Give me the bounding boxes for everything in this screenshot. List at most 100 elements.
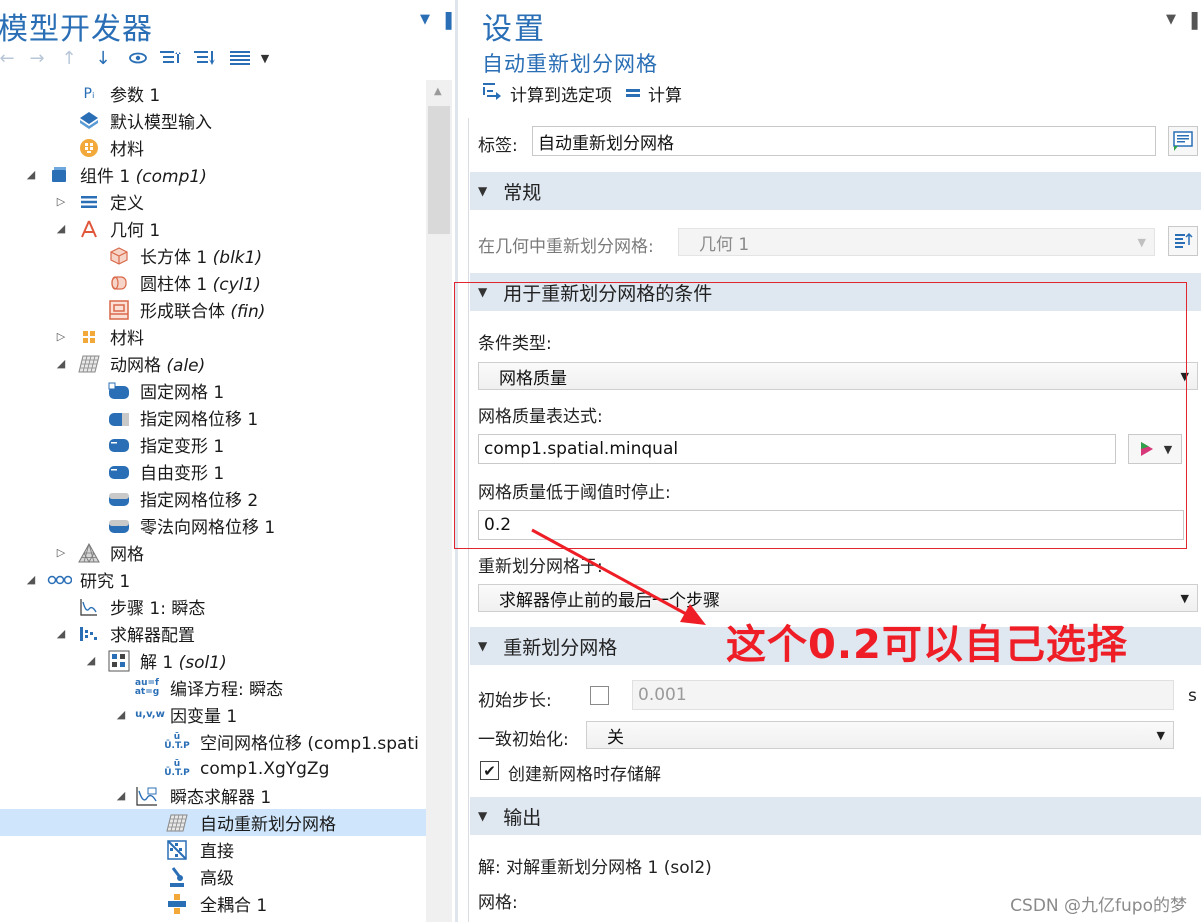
section-output-header[interactable]: ▼ 输出 <box>470 797 1201 835</box>
tree-item-label: 高级 <box>200 869 234 889</box>
model-builder-panel: 模型开发器 ▼ ▐ ← → ↑ ↓ ▼ Pᵢ 参数 1 默认模型输入 材料 ◢ … <box>0 0 458 922</box>
tree-item-cylinder[interactable]: 圆柱体 1 (cyl1) <box>0 269 426 296</box>
back-icon[interactable]: ← <box>0 46 15 70</box>
tree-item-materials[interactable]: ▷ 材料 <box>0 323 426 350</box>
tree-item-compile-equations[interactable]: au=f at=g 编译方程: 瞬态 <box>0 674 426 701</box>
tree-item-free-deformation[interactable]: 自由变形 1 <box>0 458 426 485</box>
tree-item-block[interactable]: 长方体 1 (blk1) <box>0 242 426 269</box>
collapse-arrow-icon[interactable]: ◢ <box>54 357 68 370</box>
tree-item-prescribed-deformation[interactable]: 指定变形 1 <box>0 431 426 458</box>
tree-item-moving-mesh[interactable]: ◢ 动网格 (ale) <box>0 350 426 377</box>
store-solution-checkbox[interactable]: ✔ <box>480 761 499 780</box>
label-input[interactable]: 自动重新划分网格 <box>532 126 1156 156</box>
panel-menu-icon[interactable]: ▼ <box>1166 12 1176 27</box>
scrollbar-thumb[interactable] <box>428 106 450 234</box>
compute-button[interactable]: 计算 <box>626 81 682 106</box>
tree-item-label: 空间网格位移 (comp1.spati <box>200 734 419 754</box>
tree-item-fully-coupled[interactable]: 全耦合 1 <box>0 890 426 917</box>
section-general-header[interactable]: ▼ 常规 <box>470 172 1201 210</box>
remesh-at-select[interactable]: 求解器停止前的最后一个步骤 ▼ <box>478 584 1198 612</box>
pin-icon[interactable]: ▐ <box>440 12 452 30</box>
collapse-arrow-icon[interactable]: ◢ <box>114 708 128 721</box>
model-builder-toolbar: ← → ↑ ↓ ▼ <box>0 42 440 74</box>
tree-item-solver-configurations[interactable]: ◢ 求解器配置 <box>0 620 426 647</box>
compile-equations-icon: au=f at=g <box>134 677 160 697</box>
consistent-initialization-select[interactable]: 关 ▼ <box>586 721 1174 749</box>
compute-to-selected-label: 计算到选定项 <box>510 85 612 106</box>
move-up-icon[interactable]: ↑ <box>58 46 80 70</box>
prescribed-displacement-icon <box>108 407 130 429</box>
tree-item-automatic-remeshing[interactable]: 自动重新划分网格 <box>0 809 426 836</box>
tree-item-component[interactable]: ◢ 组件 1 (comp1) <box>0 161 426 188</box>
tree-item-solution[interactable]: ◢ 解 1 (sol1) <box>0 647 426 674</box>
label-edit-button[interactable] <box>1168 126 1198 156</box>
show-icon[interactable] <box>126 46 150 70</box>
materials-icon <box>78 326 100 348</box>
tree-item-label: 默认模型输入 <box>110 113 212 133</box>
tree-item-study[interactable]: ◢ 研究 1 <box>0 566 426 593</box>
output-mesh-label: 网格: <box>478 893 518 913</box>
collapse-arrow-icon[interactable]: ◢ <box>54 222 68 235</box>
toolbar-dropdown-icon[interactable]: ▼ <box>258 46 272 70</box>
tree-scrollbar[interactable]: ▲ <box>426 80 452 922</box>
prescribed-deformation-icon <box>108 434 130 456</box>
tree-item-label: 网格 <box>110 545 144 565</box>
tree-item-label: 指定变形 1 <box>140 437 225 457</box>
section-condition-header[interactable]: ▼ 用于重新划分网格的条件 <box>470 273 1201 311</box>
scroll-up-icon[interactable]: ▲ <box>434 86 442 97</box>
collapse-arrow-icon[interactable]: ◢ <box>24 573 38 586</box>
pin-icon[interactable]: ▐ <box>1186 12 1198 30</box>
tree-item-spatial-mesh-displacement[interactable]: ū Ū.T.P 空间网格位移 (comp1.spati <box>0 728 426 755</box>
condition-type-select[interactable]: 网格质量 ▼ <box>478 362 1198 390</box>
tree-item-label: 指定网格位移 1 <box>140 410 259 430</box>
tree-item-default-model-inputs[interactable]: 默认模型输入 <box>0 107 426 134</box>
expand-all-icon[interactable] <box>192 46 218 70</box>
expand-arrow-icon[interactable]: ▷ <box>54 195 68 208</box>
move-down-icon[interactable]: ↓ <box>92 46 114 70</box>
expand-arrow-icon[interactable]: ▷ <box>54 546 68 559</box>
tree-item-label: 求解器配置 <box>110 626 195 646</box>
section-title: 常规 <box>503 181 542 204</box>
model-tree: Pᵢ 参数 1 默认模型输入 材料 ◢ 组件 1 (comp1) ▷ 定义 ◢ … <box>0 80 426 922</box>
tree-item-fixed-mesh[interactable]: 固定网格 1 <box>0 377 426 404</box>
tree-item-direct[interactable]: 直接 <box>0 836 426 863</box>
tree-item-mesh[interactable]: ▷ 网格 <box>0 539 426 566</box>
collapse-arrow-icon[interactable]: ◢ <box>84 654 98 667</box>
tree-item-label: 零法向网格位移 1 <box>140 518 276 538</box>
tree-item-geometry[interactable]: ◢ 几何 1 <box>0 215 426 242</box>
go-to-source-button[interactable] <box>1168 226 1198 256</box>
expand-arrow-icon[interactable]: ▷ <box>54 330 68 343</box>
tree-item-advanced[interactable]: 高级 <box>0 863 426 890</box>
remesh-in-geometry-select[interactable]: 几何 1 ▼ <box>678 228 1155 256</box>
collapse-all-icon[interactable] <box>158 46 184 70</box>
tree-item-step-time-dependent[interactable]: 步骤 1: 瞬态 <box>0 593 426 620</box>
tree-item-zero-normal-displacement[interactable]: 零法向网格位移 1 <box>0 512 426 539</box>
tree-item-materials-global[interactable]: 材料 <box>0 134 426 161</box>
tree-item-form-union[interactable]: 形成联合体 (fin) <box>0 296 426 323</box>
collapse-arrow-icon[interactable]: ◢ <box>24 168 38 181</box>
stop-below-threshold-input[interactable]: 0.2 <box>478 510 1184 540</box>
insert-expression-button[interactable]: ▼ <box>1128 434 1182 464</box>
tree-item-label: 自动重新划分网格 <box>200 815 336 835</box>
tree-item-parameters[interactable]: Pᵢ 参数 1 <box>0 80 426 107</box>
tree-item-prescribed-displacement-1[interactable]: 指定网格位移 1 <box>0 404 426 431</box>
tree-item-dependent-variables[interactable]: ◢ u,v,w 因变量 1 <box>0 701 426 728</box>
compute-icon <box>626 84 640 103</box>
tree-item-prescribed-displacement-2[interactable]: 指定网格位移 2 <box>0 485 426 512</box>
mesh-quality-expression-input[interactable]: comp1.spatial.minqual <box>478 434 1116 464</box>
list-view-icon[interactable] <box>228 46 252 70</box>
compute-label: 计算 <box>648 85 682 106</box>
tree-item-definitions[interactable]: ▷ 定义 <box>0 188 426 215</box>
compute-to-selected-button[interactable]: 计算到选定项 <box>482 81 612 106</box>
initial-step-checkbox[interactable] <box>590 686 609 705</box>
initial-step-input[interactable]: 0.001 <box>632 680 1174 710</box>
tree-item-time-dependent-solver[interactable]: ◢ 瞬态求解器 1 <box>0 782 426 809</box>
forward-icon[interactable]: → <box>26 46 48 70</box>
tree-item-comp1-xgygzg[interactable]: ū Ū.T.P comp1.XgYgZg <box>0 755 426 782</box>
settings-action-bar: 计算到选定项 计算 <box>482 80 696 106</box>
collapse-arrow-icon[interactable]: ◢ <box>114 789 128 802</box>
panel-menu-icon[interactable]: ▼ <box>420 12 430 27</box>
tree-item-label: 材料 <box>110 140 144 160</box>
collapse-arrow-icon[interactable]: ◢ <box>54 627 68 640</box>
label-field-label: 标签: <box>478 136 518 156</box>
